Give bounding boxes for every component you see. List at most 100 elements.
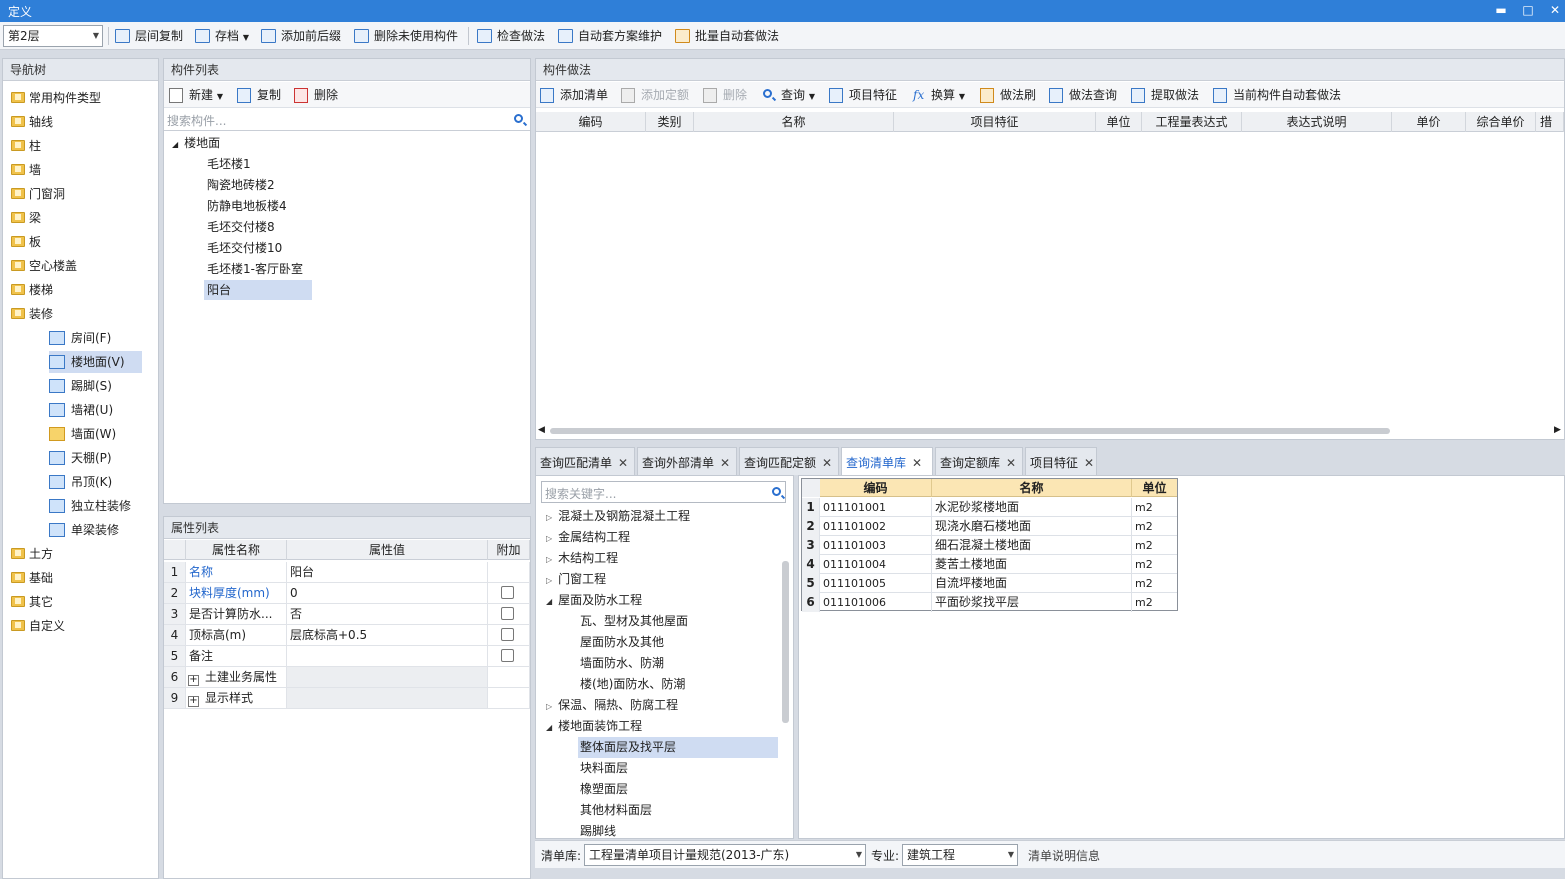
bill-row[interactable]: 1 011101001 水泥砂浆楼地面 m2 (802, 498, 1177, 517)
prop-value-cell[interactable]: 阳台 (287, 562, 488, 582)
tab-quota-library[interactable]: 查询定额库 ✕ (935, 447, 1023, 475)
vertical-scrollbar-thumb[interactable] (782, 561, 789, 723)
bill-lib-select[interactable]: 工程量清单项目计量规范(2013-广东) ▼ (584, 844, 866, 866)
component-item[interactable]: 毛坯楼1 (204, 154, 254, 174)
add-prefix-suffix-button[interactable]: 添加前后缀 (261, 22, 341, 50)
expand-plus-icon[interactable]: + (188, 675, 199, 686)
delete-method-button[interactable]: 删除 (703, 82, 747, 108)
lib-leaf[interactable]: 橡塑面层 (580, 779, 628, 800)
nav-sub-room[interactable]: 房间(F) (49, 327, 111, 349)
archive-button[interactable]: 存档 ▼ (195, 22, 249, 50)
nav-sub-skirting[interactable]: 踢脚(S) (49, 375, 112, 397)
nav-sub-suspended-ceiling[interactable]: 吊顶(K) (49, 471, 112, 493)
nav-item-openings[interactable]: 门窗洞 (11, 183, 65, 205)
nav-sub-dado[interactable]: 墙裙(U) (49, 399, 113, 421)
nav-sub-beam-deco[interactable]: 单梁装修 (49, 519, 119, 541)
new-component-button[interactable]: 新建 ▼ (169, 82, 223, 108)
lib-leaf[interactable]: 墙面防水、防潮 (580, 653, 664, 674)
library-search-input[interactable]: 搜索关键字... (545, 485, 616, 502)
convert-button[interactable]: fx 换算 ▼ (911, 82, 965, 108)
nav-sub-wall-surface[interactable]: 墙面(W) (49, 423, 116, 445)
lib-node[interactable]: ◢ 屋面及防水工程 (546, 590, 642, 611)
tab-external-bill[interactable]: 查询外部清单 ✕ (637, 447, 737, 475)
lib-node[interactable]: ▷ 金属结构工程 (546, 527, 630, 548)
nav-item-custom[interactable]: 自定义 (11, 615, 65, 637)
extra-checkbox[interactable] (501, 607, 514, 620)
method-brush-button[interactable]: 做法刷 (980, 82, 1036, 108)
property-row[interactable]: 2 块料厚度(mm) 0 (164, 583, 530, 604)
lib-node[interactable]: ▷ 保温、隔热、防腐工程 (546, 695, 678, 716)
auto-apply-current-button[interactable]: 当前构件自动套做法 (1213, 82, 1341, 108)
component-item-selected[interactable]: 阳台 (204, 280, 312, 300)
component-item[interactable]: 毛坯交付楼8 (204, 217, 278, 237)
add-quota-button[interactable]: 添加定额 (621, 82, 689, 108)
bill-row[interactable]: 4 011101004 菱苦土楼地面 m2 (802, 555, 1177, 574)
tree-root-floor[interactable]: ◢ 楼地面 (172, 133, 220, 153)
search-icon[interactable] (514, 114, 523, 123)
component-search-input[interactable]: 搜索构件... (167, 112, 226, 129)
lib-leaf[interactable]: 踢脚线 (580, 821, 616, 838)
search-icon[interactable] (772, 487, 781, 496)
delete-component-button[interactable]: 删除 (294, 82, 338, 108)
check-method-button[interactable]: 检查做法 (477, 22, 545, 50)
prop-value-cell[interactable]: 否 (287, 604, 488, 624)
component-item[interactable]: 防静电地板楼4 (204, 196, 290, 216)
nav-item-decoration[interactable]: 装修 (11, 303, 53, 325)
property-group-row[interactable]: 6 + 土建业务属性 (164, 667, 530, 688)
property-row[interactable]: 1 名称 阳台 (164, 562, 530, 583)
property-row[interactable]: 4 顶标高(m) 层底标高+0.5 (164, 625, 530, 646)
batch-auto-button[interactable]: 批量自动套做法 (675, 22, 779, 50)
nav-sub-ceiling[interactable]: 天棚(P) (49, 447, 112, 469)
extra-checkbox[interactable] (501, 586, 514, 599)
property-row[interactable]: 5 备注 (164, 646, 530, 667)
bill-row[interactable]: 6 011101006 平面砂浆找平层 m2 (802, 593, 1177, 612)
lib-leaf[interactable]: 其他材料面层 (580, 800, 652, 821)
close-icon[interactable]: ✕ (720, 456, 730, 470)
scroll-left-icon[interactable]: ◀ (538, 425, 545, 435)
property-row[interactable]: 3 是否计算防水... 否 (164, 604, 530, 625)
lib-leaf[interactable]: 屋面防水及其他 (580, 632, 664, 653)
nav-item-stairs[interactable]: 楼梯 (11, 279, 53, 301)
component-item[interactable]: 毛坯交付楼10 (204, 238, 285, 258)
method-query-button[interactable]: 做法查询 (1049, 82, 1117, 108)
extra-checkbox[interactable] (501, 649, 514, 662)
auto-scheme-button[interactable]: 自动套方案维护 (558, 22, 662, 50)
bill-row[interactable]: 3 011101003 细石混凝土楼地面 m2 (802, 536, 1177, 555)
nav-item-slab[interactable]: 板 (11, 231, 41, 253)
lib-leaf[interactable]: 块料面层 (580, 758, 628, 779)
extract-method-button[interactable]: 提取做法 (1131, 82, 1199, 108)
extra-checkbox[interactable] (501, 628, 514, 641)
scroll-right-icon[interactable]: ▶ (1554, 425, 1561, 435)
prop-value-cell[interactable] (287, 646, 488, 666)
nav-item-other[interactable]: 其它 (11, 591, 53, 613)
close-icon[interactable]: ✕ (912, 456, 922, 470)
close-button[interactable]: ✕ (1540, 0, 1565, 22)
nav-sub-column-deco[interactable]: 独立柱装修 (49, 495, 131, 517)
item-feature-button[interactable]: 项目特征 (829, 82, 897, 108)
close-icon[interactable]: ✕ (1006, 456, 1016, 470)
nav-item-foundation[interactable]: 基础 (11, 567, 53, 589)
nav-item-common[interactable]: 常用构件类型 (11, 87, 101, 109)
nav-item-axis[interactable]: 轴线 (11, 111, 53, 133)
nav-item-hollow-floor[interactable]: 空心楼盖 (11, 255, 77, 277)
horizontal-scrollbar[interactable]: ◀ ▶ (536, 425, 1564, 437)
component-item[interactable]: 毛坯楼1-客厅卧室 (204, 259, 306, 279)
bill-row[interactable]: 5 011101005 自流坪楼地面 m2 (802, 574, 1177, 593)
lib-leaf[interactable]: 楼(地)面防水、防潮 (580, 674, 685, 695)
close-icon[interactable]: ✕ (1084, 456, 1094, 470)
nav-item-wall[interactable]: 墙 (11, 159, 41, 181)
tab-item-feature[interactable]: 项目特征 ✕ (1025, 447, 1097, 475)
lib-node[interactable]: ▷ 门窗工程 (546, 569, 606, 590)
nav-item-beam[interactable]: 梁 (11, 207, 41, 229)
bill-info-link[interactable]: 清单说明信息 (1028, 847, 1100, 864)
lib-node[interactable]: ▷ 木结构工程 (546, 548, 618, 569)
close-icon[interactable]: ✕ (618, 456, 628, 470)
nav-item-column[interactable]: 柱 (11, 135, 41, 157)
bill-row[interactable]: 2 011101002 现浇水磨石楼地面 m2 (802, 517, 1177, 536)
major-select[interactable]: 建筑工程 ▼ (902, 844, 1018, 866)
tab-match-bill[interactable]: 查询匹配清单 ✕ (535, 447, 635, 475)
prop-value-cell[interactable]: 0 (287, 583, 488, 603)
lib-leaf-selected[interactable]: 整体面层及找平层 (578, 737, 778, 758)
tab-bill-library[interactable]: 查询清单库 ✕ (841, 447, 933, 475)
component-item[interactable]: 陶瓷地砖楼2 (204, 175, 278, 195)
